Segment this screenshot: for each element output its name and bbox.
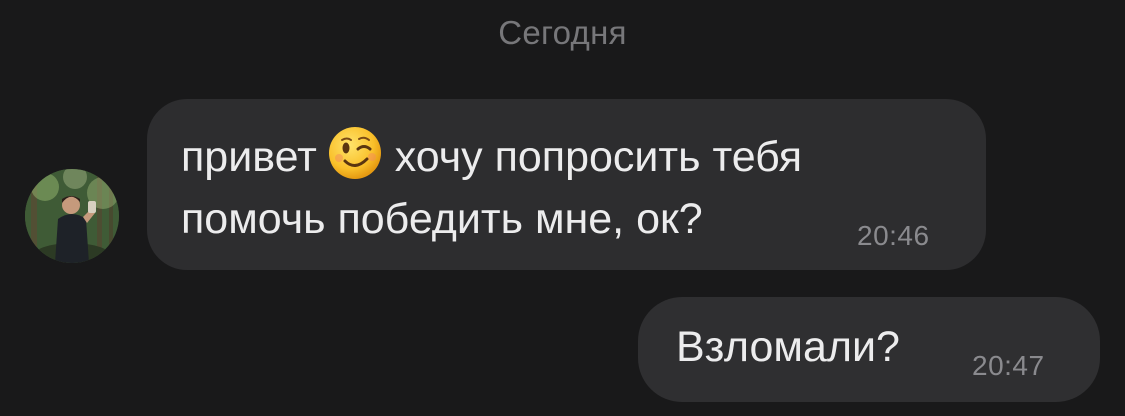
avatar-photo (25, 169, 119, 263)
outgoing-message-bubble[interactable]: Взломали? 20:47 (638, 297, 1100, 402)
message-text: Взломали? (676, 323, 900, 371)
winking-face-icon (327, 125, 383, 181)
message-text-line-1: привет хочу попросить тебя (181, 125, 802, 189)
avatar[interactable] (25, 169, 119, 263)
message-text-part: привет (181, 133, 317, 181)
message-text-part: хочу попросить тебя (394, 133, 803, 181)
message-text-line-2: помочь победить мне, ок? (181, 195, 703, 243)
incoming-message-bubble[interactable]: привет хочу попросить тебя помочь победи… (147, 99, 986, 270)
message-timestamp: 20:46 (857, 220, 930, 251)
date-separator: Сегодня (498, 14, 627, 51)
message-timestamp: 20:47 (972, 350, 1045, 381)
